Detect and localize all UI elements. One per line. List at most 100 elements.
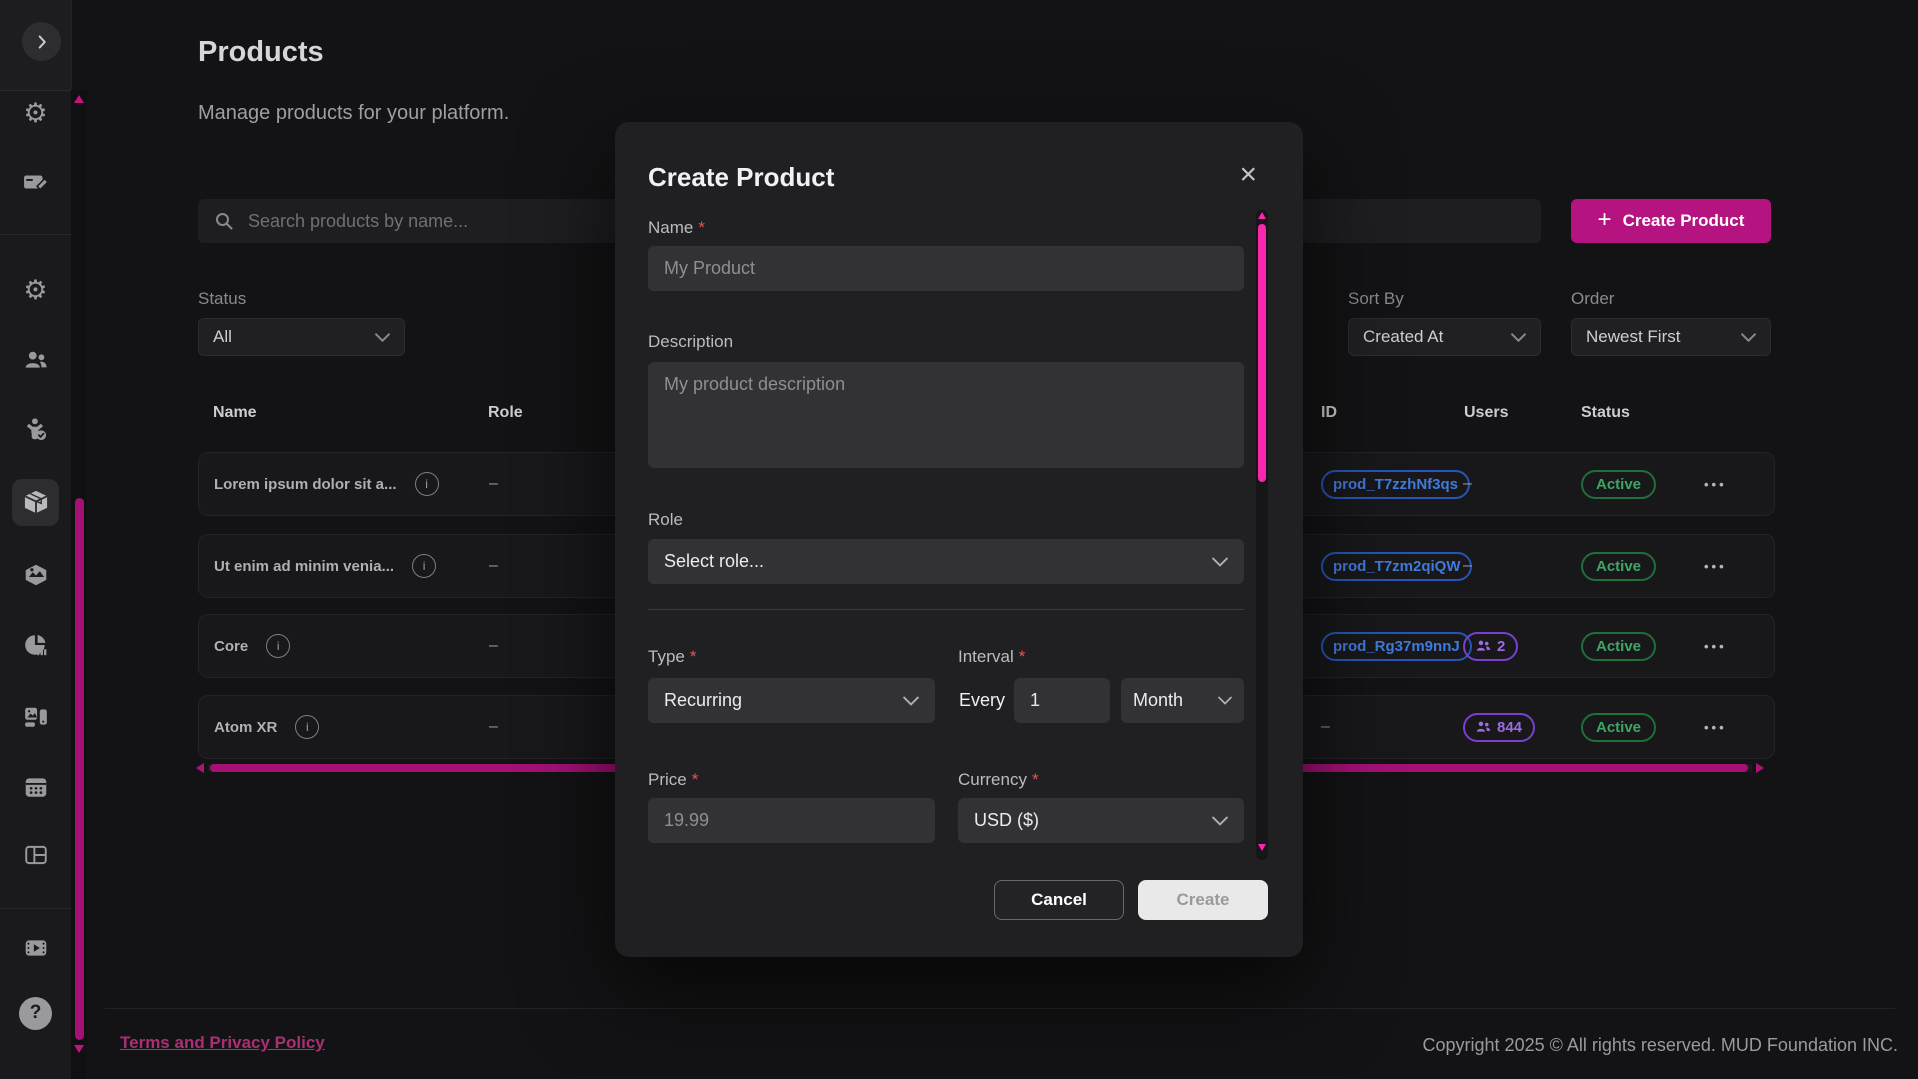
products-page: ⚙ ⚙ bbox=[0, 0, 1918, 1079]
sidebar-divider bbox=[0, 234, 71, 235]
currency-label: Currency* bbox=[958, 770, 1039, 790]
page-vertical-scrollbar-thumb[interactable] bbox=[75, 498, 84, 1040]
info-icon[interactable]: i bbox=[266, 634, 290, 658]
modal-scrollbar-thumb[interactable] bbox=[1258, 224, 1266, 482]
users-count-badge: 844 bbox=[1463, 713, 1535, 742]
sidebar-item-products[interactable] bbox=[0, 479, 71, 525]
status-badge: Active bbox=[1581, 470, 1656, 499]
scroll-left-arrow-icon[interactable] bbox=[196, 763, 204, 773]
required-asterisk: * bbox=[1032, 770, 1039, 789]
price-field[interactable] bbox=[648, 798, 935, 843]
layout-icon bbox=[23, 842, 49, 868]
column-header-status: Status bbox=[1581, 404, 1630, 422]
pie-chart-icon bbox=[23, 632, 49, 658]
gallery-icon bbox=[23, 704, 49, 730]
price-label: Price* bbox=[648, 770, 698, 790]
required-asterisk: * bbox=[698, 218, 705, 237]
description-label: Description bbox=[648, 332, 733, 352]
product-role: – bbox=[489, 475, 498, 493]
scroll-right-arrow-icon[interactable] bbox=[1756, 763, 1764, 773]
info-icon[interactable]: i bbox=[295, 715, 319, 739]
sidebar-item-layout[interactable] bbox=[0, 832, 71, 878]
product-description-field[interactable] bbox=[648, 362, 1244, 468]
person-check-icon bbox=[23, 417, 49, 443]
terms-privacy-link[interactable]: Terms and Privacy Policy bbox=[120, 1033, 325, 1053]
row-menu-button[interactable]: ••• bbox=[1704, 720, 1727, 735]
status-filter-select[interactable]: All bbox=[198, 318, 405, 356]
video-player-icon bbox=[23, 935, 49, 961]
section-divider bbox=[648, 609, 1244, 610]
row-menu-button[interactable]: ••• bbox=[1704, 639, 1727, 654]
chevron-down-icon bbox=[903, 696, 919, 706]
users-icon bbox=[1476, 640, 1491, 652]
role-label: Role bbox=[648, 510, 683, 530]
modal-title: Create Product bbox=[648, 162, 834, 193]
type-select[interactable]: Recurring bbox=[648, 678, 935, 723]
interval-label: Interval* bbox=[958, 647, 1025, 667]
status-badge: Active bbox=[1581, 552, 1656, 581]
chevron-down-icon bbox=[1511, 333, 1526, 342]
chevron-down-icon bbox=[1741, 333, 1756, 342]
product-id-badge[interactable]: prod_T7zzhNf3qs bbox=[1321, 470, 1470, 499]
required-asterisk: * bbox=[1019, 647, 1026, 666]
create-product-label: Create Product bbox=[1623, 211, 1745, 231]
create-product-modal: Create Product × Name* Description Role … bbox=[615, 122, 1303, 957]
sort-by-label: Sort By bbox=[1348, 289, 1404, 309]
type-label: Type* bbox=[648, 647, 696, 667]
sidebar-item-users[interactable] bbox=[0, 337, 71, 383]
chevron-down-icon bbox=[1212, 557, 1228, 567]
chevron-right-icon bbox=[31, 31, 53, 53]
sidebar-item-card[interactable] bbox=[0, 159, 71, 205]
card-edit-icon bbox=[23, 169, 49, 195]
plus-icon: + bbox=[1598, 208, 1612, 232]
interval-count-field[interactable] bbox=[1014, 678, 1110, 723]
sidebar-item-analytics[interactable] bbox=[0, 622, 71, 668]
interval-unit-select[interactable]: Month bbox=[1121, 678, 1244, 723]
scroll-up-arrow-icon[interactable] bbox=[1258, 212, 1266, 219]
copyright-text: Copyright 2025 © All rights reserved. MU… bbox=[1423, 1035, 1898, 1056]
product-role: – bbox=[489, 557, 498, 575]
product-id-badge[interactable]: prod_T7zm2qiQW bbox=[1321, 552, 1472, 581]
page-title: Products bbox=[198, 36, 324, 69]
users-icon bbox=[23, 347, 49, 373]
product-role: – bbox=[489, 718, 498, 736]
product-name: Ut enim ad minim venia... bbox=[214, 558, 394, 575]
sidebar-expand-button[interactable] bbox=[22, 22, 61, 61]
sidebar-item-settings[interactable]: ⚙ bbox=[0, 90, 71, 136]
sidebar-item-video[interactable] bbox=[0, 925, 71, 971]
scroll-down-arrow-icon[interactable] bbox=[1258, 844, 1266, 851]
product-name: Core bbox=[214, 638, 248, 655]
users-icon bbox=[1476, 721, 1491, 733]
name-label: Name* bbox=[648, 218, 705, 238]
product-id-badge[interactable]: prod_Rg37m9nnJ bbox=[1321, 632, 1472, 661]
scroll-up-arrow-icon[interactable] bbox=[74, 95, 84, 103]
sidebar-item-help[interactable]: ? bbox=[0, 990, 71, 1036]
order-select[interactable]: Newest First bbox=[1571, 318, 1771, 356]
chevron-down-icon bbox=[375, 333, 390, 342]
column-header-id: ID bbox=[1321, 404, 1337, 422]
info-icon[interactable]: i bbox=[415, 472, 439, 496]
scroll-down-arrow-icon[interactable] bbox=[74, 1045, 84, 1053]
required-asterisk: * bbox=[692, 770, 699, 789]
column-header-users: Users bbox=[1464, 404, 1508, 422]
currency-select[interactable]: USD ($) bbox=[958, 798, 1244, 843]
info-icon[interactable]: i bbox=[412, 554, 436, 578]
role-select[interactable]: Select role... bbox=[648, 539, 1244, 584]
image-cube-icon bbox=[23, 562, 49, 588]
sidebar-item-media[interactable] bbox=[0, 552, 71, 598]
sidebar-item-gallery[interactable] bbox=[0, 694, 71, 740]
gear-icon: ⚙ bbox=[23, 100, 47, 127]
help-icon: ? bbox=[19, 997, 52, 1030]
create-button[interactable]: Create bbox=[1138, 880, 1268, 920]
sidebar-item-calendar[interactable] bbox=[0, 764, 71, 810]
row-menu-button[interactable]: ••• bbox=[1704, 477, 1727, 492]
sidebar-item-members[interactable] bbox=[0, 407, 71, 453]
sidebar-item-admin-settings[interactable]: ⚙ bbox=[0, 267, 71, 313]
row-menu-button[interactable]: ••• bbox=[1704, 559, 1727, 574]
sort-by-select[interactable]: Created At bbox=[1348, 318, 1541, 356]
cancel-button[interactable]: Cancel bbox=[994, 880, 1124, 920]
close-icon[interactable]: × bbox=[1239, 160, 1257, 190]
create-product-button[interactable]: + Create Product bbox=[1571, 199, 1771, 243]
product-name-field[interactable] bbox=[648, 246, 1244, 291]
page-subtitle: Manage products for your platform. bbox=[198, 102, 509, 125]
